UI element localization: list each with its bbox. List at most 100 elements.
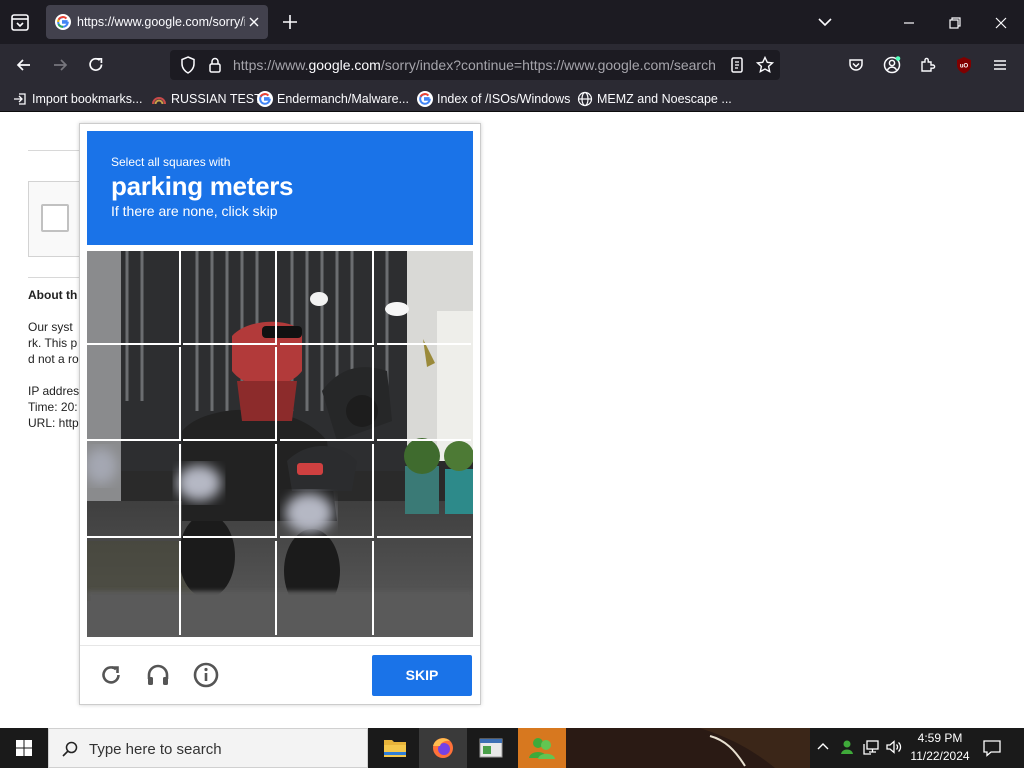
search-placeholder: Type here to search xyxy=(89,741,222,758)
close-tab-icon[interactable] xyxy=(246,14,262,30)
restore-window-icon[interactable] xyxy=(946,14,964,32)
bookmark-label: Import bookmarks... xyxy=(32,92,143,106)
info-help-icon[interactable] xyxy=(192,661,220,689)
search-icon xyxy=(62,741,78,757)
windows-taskbar: Type here to search 4:59 PM 11/22/2024 xyxy=(0,728,1024,768)
chevron-down-icon[interactable] xyxy=(816,13,834,31)
challenge-tile-2[interactable] xyxy=(183,251,277,345)
challenge-tile-6[interactable] xyxy=(183,347,277,441)
taskbar-firefox[interactable] xyxy=(419,728,467,768)
bookmark-memz-noescape[interactable]: MEMZ and Noescape ... xyxy=(577,90,732,108)
challenge-tile-13[interactable] xyxy=(87,541,181,635)
audio-challenge-headphones-icon[interactable] xyxy=(144,661,172,689)
globe-icon xyxy=(577,91,593,107)
clock-date[interactable]: 11/22/2024 xyxy=(900,749,980,763)
challenge-tile-10[interactable] xyxy=(183,444,277,538)
challenge-tile-16[interactable] xyxy=(377,541,471,635)
tray-app-icon[interactable] xyxy=(838,738,856,756)
list-all-tabs-icon[interactable] xyxy=(8,10,32,34)
challenge-tile-9[interactable] xyxy=(87,444,181,538)
minimize-window-icon[interactable] xyxy=(900,14,918,32)
challenge-tile-8[interactable] xyxy=(377,347,471,441)
bookmark-label: Index of /ISOs/Windows xyxy=(437,92,571,106)
challenge-tile-12[interactable] xyxy=(377,444,471,538)
recaptcha-challenge-popup: Select all squares with parking meters I… xyxy=(79,123,481,705)
application-window-icon xyxy=(479,738,503,758)
bookmark-label: Endermanch/Malware... xyxy=(277,92,410,106)
svg-text:uO: uO xyxy=(960,64,969,70)
reader-view-icon[interactable] xyxy=(727,55,747,75)
google-sorry-page: About th Our syst rk. This p d not a ro … xyxy=(0,112,1024,728)
challenge-prompt: Select all squares with parking meters I… xyxy=(87,131,473,245)
prompt-hint: If there are none, click skip xyxy=(111,203,278,219)
rainbow-favicon-icon xyxy=(152,97,166,105)
time-line: Time: 20: xyxy=(28,400,78,414)
challenge-tile-11[interactable] xyxy=(280,444,374,538)
network-icon[interactable] xyxy=(862,738,880,756)
tab-title: https://www.google.com/sorry/index?conti… xyxy=(77,15,245,29)
back-arrow-icon[interactable] xyxy=(14,55,34,75)
browser-tab-bar: https://www.google.com/sorry/index?conti… xyxy=(0,0,1024,44)
extensions-puzzle-icon[interactable] xyxy=(918,55,938,75)
bookmark-index-isos-windows[interactable]: Index of /ISOs/Windows xyxy=(417,90,571,108)
bookmarks-toolbar: Import bookmarks... RUSSIAN TEST Enderma… xyxy=(0,86,1024,112)
challenge-tile-14[interactable] xyxy=(183,541,277,635)
bookmark-endermanch-malware[interactable]: Endermanch/Malware... xyxy=(257,90,410,108)
prompt-instruction: Select all squares with xyxy=(111,155,231,169)
about-text-line: Our syst xyxy=(28,320,73,334)
padlock-icon[interactable] xyxy=(205,55,225,75)
google-favicon-icon xyxy=(257,91,273,107)
pocket-icon[interactable] xyxy=(846,55,866,75)
green-people-icon xyxy=(529,738,555,759)
url-domain: google.com xyxy=(308,57,381,73)
recaptcha-checkbox[interactable] xyxy=(41,204,69,232)
url-path: /sorry/index?continue=https://www.google… xyxy=(380,57,715,73)
bookmark-import[interactable]: Import bookmarks... xyxy=(12,90,142,108)
forward-arrow-icon[interactable] xyxy=(50,55,70,75)
active-tab[interactable]: https://www.google.com/sorry/index?conti… xyxy=(46,5,268,39)
bookmark-label: MEMZ and Noescape ... xyxy=(597,92,732,106)
challenge-tile-5[interactable] xyxy=(87,347,181,441)
chevron-up-icon[interactable] xyxy=(814,738,832,756)
close-window-icon[interactable] xyxy=(992,14,1010,32)
challenge-tile-7[interactable] xyxy=(280,347,374,441)
reload-icon[interactable] xyxy=(86,55,106,75)
taskbar-search-box[interactable]: Type here to search xyxy=(48,728,368,768)
google-favicon-icon xyxy=(55,14,71,30)
bookmark-star-icon[interactable] xyxy=(755,55,775,75)
start-button[interactable] xyxy=(0,728,48,768)
bookmark-label: RUSSIAN TEST xyxy=(171,92,262,106)
address-bar[interactable]: https://www.google.com/sorry/index?conti… xyxy=(170,50,780,80)
notifications-icon[interactable] xyxy=(982,738,1002,758)
url-prefix: https://www. xyxy=(233,57,309,73)
clock-time[interactable]: 4:59 PM xyxy=(900,731,980,745)
ip-address-line: IP addres xyxy=(28,384,80,398)
about-heading: About th xyxy=(28,288,78,302)
windows-logo-icon xyxy=(16,740,32,756)
bookmark-russian-test[interactable]: RUSSIAN TEST xyxy=(151,90,262,108)
account-icon[interactable] xyxy=(882,55,902,75)
tracking-protection-shield-icon[interactable] xyxy=(178,55,198,75)
prompt-target-object: parking meters xyxy=(111,171,294,201)
folder-icon xyxy=(384,740,406,757)
skip-button[interactable]: SKIP xyxy=(372,655,472,696)
taskbar-app-window[interactable] xyxy=(467,728,515,768)
challenge-image-grid xyxy=(87,251,473,637)
challenge-tile-15[interactable] xyxy=(280,541,374,635)
firefox-icon xyxy=(433,738,453,758)
challenge-tile-3[interactable] xyxy=(280,251,374,345)
navigation-toolbar: https://www.google.com/sorry/index?conti… xyxy=(0,44,1024,86)
about-text-line: rk. This p xyxy=(28,336,78,350)
challenge-tile-1[interactable] xyxy=(87,251,181,345)
about-text-line: d not a ro xyxy=(28,352,79,366)
hamburger-menu-icon[interactable] xyxy=(990,55,1010,75)
new-tab-icon[interactable] xyxy=(280,12,300,32)
url-line: URL: http xyxy=(28,416,79,430)
taskbar-file-explorer[interactable] xyxy=(371,728,419,768)
taskbar-active-app[interactable] xyxy=(518,728,566,768)
ublock-origin-icon[interactable]: uO xyxy=(954,55,974,75)
challenge-tile-4[interactable] xyxy=(377,251,471,345)
google-favicon-icon xyxy=(417,91,433,107)
url-text[interactable]: https://www.google.com/sorry/index?conti… xyxy=(233,57,715,73)
reload-challenge-icon[interactable] xyxy=(97,661,125,689)
